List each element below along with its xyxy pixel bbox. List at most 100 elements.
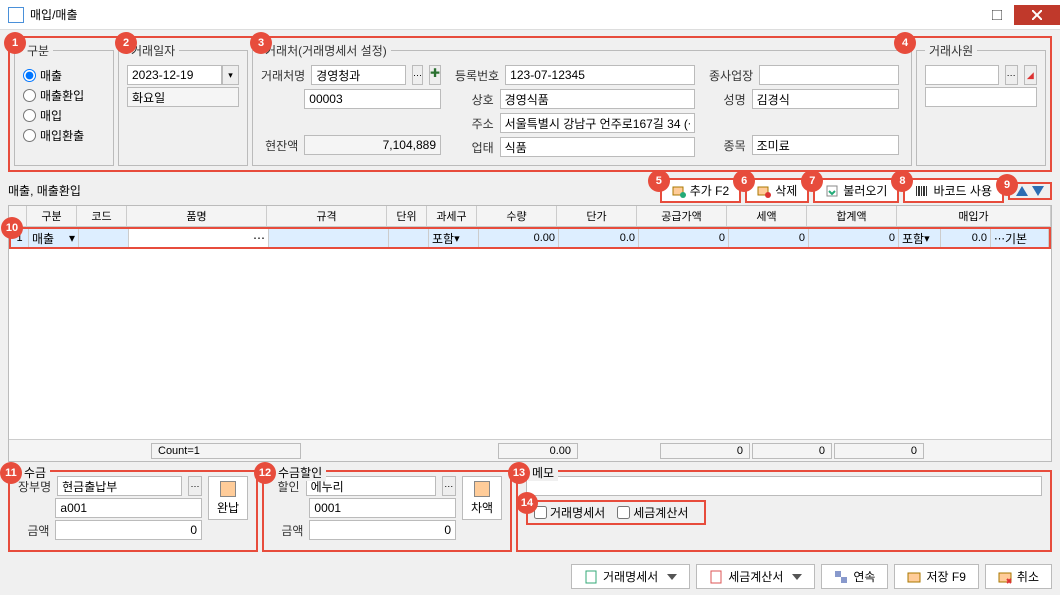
cell-qty[interactable]: 0.00 [479, 229, 559, 247]
statement-button[interactable]: 거래명세서 [571, 564, 690, 589]
taxinvoice-button[interactable]: 세금계산서 [696, 564, 815, 589]
cell-intype[interactable]: ⋯ 기본 [991, 229, 1049, 247]
col-vat[interactable]: 세액 [727, 206, 807, 226]
taxinvoice-checkbox[interactable]: 세금계산서 [617, 504, 688, 521]
company-input[interactable] [500, 89, 695, 109]
cell-intax[interactable]: 포함 ▾ [899, 229, 941, 247]
memo-fieldset: 13 메모 14 거래명세서 세금계산서 [516, 470, 1052, 552]
cell-price[interactable]: 0.0 [559, 229, 639, 247]
customer-name-input[interactable] [311, 65, 406, 85]
cell-type[interactable]: 매출 ▾ [29, 229, 79, 247]
date-dropdown-icon[interactable]: ▾ [222, 65, 239, 85]
discount-search-button[interactable]: ⋯ [442, 476, 456, 496]
item-input[interactable] [752, 135, 899, 155]
continue-icon [834, 570, 848, 584]
cell-inprice[interactable]: 0.0 [941, 229, 991, 247]
col-code[interactable]: 코드 [77, 206, 127, 226]
branch-input[interactable] [759, 65, 899, 85]
cancel-button[interactable]: 취소 [985, 564, 1052, 589]
salesperson-input[interactable] [925, 65, 999, 85]
discount-amount-input[interactable] [309, 520, 456, 540]
customer-search-button[interactable]: ⋯ [412, 65, 423, 85]
delete-row-button[interactable]: 6삭제 [745, 178, 809, 203]
col-price[interactable]: 단가 [557, 206, 637, 226]
cell-vat[interactable]: 0 [729, 229, 809, 247]
day-label: 화요일 [127, 87, 239, 107]
collection-amount-input[interactable] [55, 520, 202, 540]
collection-fieldset: 11 수금 장부명⋯ 금액 완납 [8, 470, 258, 552]
cell-spec[interactable] [269, 229, 389, 247]
cell-name[interactable]: ⋯ [129, 229, 269, 247]
ceo-input[interactable] [752, 89, 899, 109]
taxdoc-icon [709, 570, 723, 584]
load-button[interactable]: 7불러오기 [813, 178, 899, 203]
marker-11: 11 [0, 462, 22, 484]
move-down-button[interactable] [1032, 186, 1044, 196]
marker-3: 3 [250, 32, 272, 54]
chevron-down-icon [792, 574, 802, 580]
add-row-button[interactable]: 5추가 F2 [660, 178, 741, 203]
action-bar: 거래명세서 세금계산서 연속 저장 F9 취소 [0, 558, 1060, 595]
customer-add-button[interactable]: ✚ [429, 65, 441, 85]
cell-supply[interactable]: 0 [639, 229, 729, 247]
maximize-button[interactable] [982, 5, 1012, 25]
cell-unit[interactable] [389, 229, 429, 247]
continue-button[interactable]: 연속 [821, 564, 888, 589]
salesperson-clear-button[interactable]: ◢ [1024, 65, 1037, 85]
cell-total[interactable]: 0 [809, 229, 899, 247]
payment-icon [220, 481, 236, 497]
col-unit[interactable]: 단위 [387, 206, 427, 226]
sum-total: 0 [834, 443, 924, 459]
barcode-icon [915, 184, 929, 198]
save-button[interactable]: 저장 F9 [894, 564, 978, 589]
col-spec[interactable]: 규격 [267, 206, 387, 226]
salesperson-fieldset: 거래사원 ⋯ ◢ [916, 42, 1046, 166]
salesperson-legend: 거래사원 [925, 42, 977, 59]
salesperson-code-input[interactable] [925, 87, 1037, 107]
col-total[interactable]: 합계액 [807, 206, 897, 226]
sum-supply: 0 [660, 443, 750, 459]
save-icon [907, 570, 921, 584]
marker-7: 7 [801, 170, 823, 192]
marker-8: 8 [891, 170, 913, 192]
cell-code[interactable] [79, 229, 129, 247]
col-tax[interactable]: 과세구 [427, 206, 477, 226]
barcode-button[interactable]: 8바코드 사용 [903, 178, 1004, 203]
memo-input[interactable] [526, 476, 1042, 496]
col-supply[interactable]: 공급가액 [637, 206, 727, 226]
addr-input[interactable] [500, 113, 695, 133]
radio-purchase[interactable]: 매입 [23, 105, 105, 125]
radio-sales-return[interactable]: 매출환입 [23, 85, 105, 105]
book-code-input[interactable] [55, 498, 202, 518]
book-search-button[interactable]: ⋯ [188, 476, 202, 496]
radio-sales[interactable]: 매출 [23, 65, 105, 85]
close-button[interactable] [1014, 5, 1060, 25]
marker-12: 12 [254, 462, 276, 484]
col-name[interactable]: 품명 [127, 206, 267, 226]
grid-title: 매출, 매출환입 [8, 182, 656, 199]
sum-qty: 0.00 [498, 443, 578, 459]
col-type[interactable]: 구분 [27, 206, 77, 226]
cell-tax[interactable]: 포함 ▾ [429, 229, 479, 247]
col-qty[interactable]: 수량 [477, 206, 557, 226]
difference-button[interactable]: 차액 [462, 476, 502, 520]
titlebar: 매입/매출 [0, 0, 1060, 30]
marker-9: 9 [996, 174, 1018, 196]
full-payment-button[interactable]: 완납 [208, 476, 248, 520]
statement-checkbox[interactable]: 거래명세서 [534, 504, 605, 521]
discount-code-input[interactable] [309, 498, 456, 518]
chevron-down-icon [667, 574, 677, 580]
customer-code-input[interactable] [304, 89, 441, 109]
customer-legend: 거래처(거래명세서 설정) [261, 42, 391, 59]
radio-purchase-return[interactable]: 매입환출 [23, 125, 105, 145]
biztype-input[interactable] [500, 137, 695, 157]
cancel-icon [998, 570, 1012, 584]
salesperson-search-button[interactable]: ⋯ [1005, 65, 1018, 85]
date-input[interactable] [127, 65, 222, 85]
book-input[interactable] [57, 476, 182, 496]
marker-6: 6 [733, 170, 755, 192]
grid-body[interactable] [9, 249, 1051, 439]
table-row[interactable]: 10 1 매출 ▾ ⋯ 포함 ▾ 0.00 0.0 0 0 0 포함 ▾ 0.0… [9, 227, 1051, 249]
regno-input[interactable] [505, 65, 695, 85]
col-inprice[interactable]: 매입가 [897, 206, 1051, 226]
